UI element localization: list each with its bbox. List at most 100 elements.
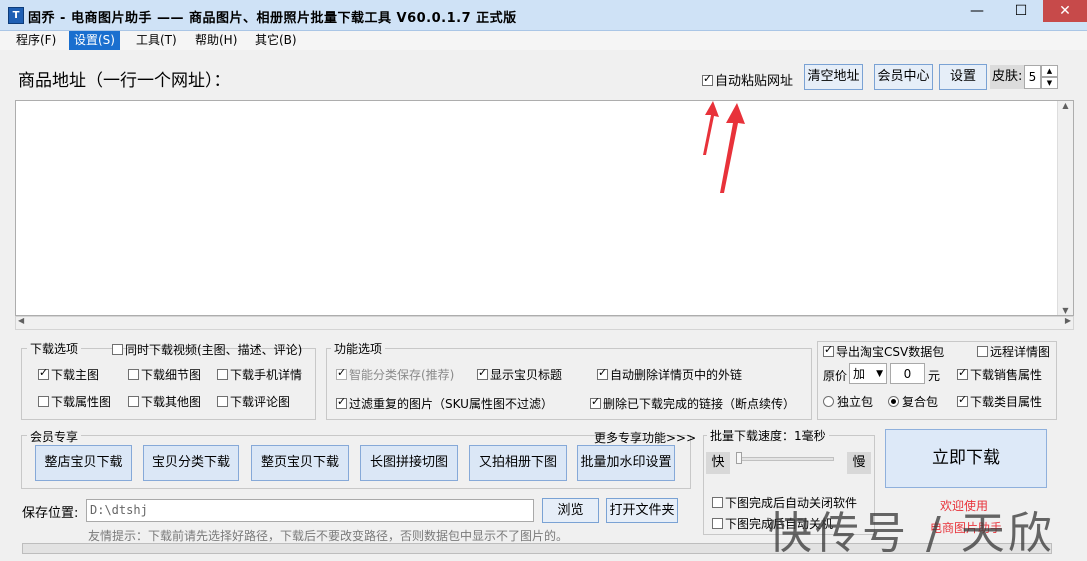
- check-icon: [977, 346, 988, 357]
- skin-input[interactable]: 5: [1024, 65, 1041, 89]
- remote-detail-checkbox[interactable]: 远程详情图: [977, 343, 1050, 360]
- member-center-button[interactable]: 会员中心: [874, 64, 933, 90]
- check-icon: [336, 366, 347, 380]
- option-label: 下载其他图: [141, 395, 202, 409]
- url-textarea[interactable]: ▲ ▼: [15, 100, 1074, 316]
- check-icon: [217, 396, 228, 407]
- download-options-legend: 下载选项: [27, 340, 82, 357]
- menu-other[interactable]: 其它(B): [250, 31, 302, 50]
- long-image-stitch-button[interactable]: 长图拼接切图: [360, 445, 458, 481]
- option-label: 智能分类保存(推荐): [349, 368, 455, 382]
- skin-up-arrow-icon[interactable]: ▲: [1041, 65, 1058, 77]
- price-value-input[interactable]: 0: [890, 363, 925, 384]
- price-operation-select[interactable]: 加 ▼: [849, 363, 887, 384]
- download-other-image-checkbox[interactable]: 下载其他图: [128, 393, 201, 410]
- option-label: 复合包: [902, 395, 939, 409]
- filter-duplicates-checkbox[interactable]: 过滤重复的图片（SKU属性图不过滤）: [336, 395, 553, 412]
- auto-paste-label: 自动粘贴网址: [715, 74, 794, 89]
- speed-legend: 批量下载速度：1毫秒: [707, 427, 829, 444]
- independent-package-radio[interactable]: 独立包: [823, 393, 873, 410]
- export-csv-checkbox[interactable]: 导出淘宝CSV数据包: [823, 343, 944, 360]
- function-options-legend: 功能选项: [331, 340, 386, 357]
- download-mobile-detail-checkbox[interactable]: 下载手机详情: [217, 366, 302, 383]
- auto-paste-checkbox[interactable]: 自动粘贴网址: [702, 70, 793, 89]
- maximize-button[interactable]: ☐: [999, 0, 1043, 22]
- watermark-text: 快传号 / 天欣: [768, 508, 1055, 559]
- chevron-down-icon: ▼: [876, 369, 883, 379]
- auto-paste-check-icon: [702, 72, 713, 86]
- option-label: 独立包: [837, 395, 874, 409]
- close-button[interactable]: ✕: [1043, 0, 1087, 22]
- option-label: 远程详情图: [990, 345, 1051, 359]
- whole-store-download-button[interactable]: 整店宝贝下载: [35, 445, 132, 481]
- radio-icon: [823, 396, 834, 407]
- option-label: 下载类目属性: [970, 395, 1043, 409]
- scroll-left-icon[interactable]: ◀: [18, 316, 24, 325]
- menu-help[interactable]: 帮助(H): [190, 31, 242, 50]
- download-video-label: 同时下载视频(主图、描述、评论): [125, 343, 303, 357]
- option-label: 下载评论图: [230, 395, 291, 409]
- check-icon: [590, 395, 601, 409]
- menu-settings[interactable]: 设置(S): [69, 31, 120, 50]
- option-label: 下载细节图: [141, 368, 202, 382]
- menu-program[interactable]: 程序(F): [11, 31, 61, 50]
- save-path-input[interactable]: D:\dtshj: [86, 499, 534, 522]
- batch-watermark-button[interactable]: 批量加水印设置: [577, 445, 675, 481]
- upai-album-download-button[interactable]: 又拍相册下图: [469, 445, 567, 481]
- speed-slider-track[interactable]: [736, 457, 834, 461]
- option-label: 过滤重复的图片（SKU属性图不过滤）: [349, 397, 553, 411]
- scroll-up-icon[interactable]: ▲: [1058, 101, 1073, 110]
- download-detail-image-checkbox[interactable]: 下载细节图: [128, 366, 201, 383]
- download-main-image-checkbox[interactable]: 下载主图: [38, 366, 99, 383]
- start-download-button[interactable]: 立即下载: [885, 429, 1047, 488]
- show-title-checkbox[interactable]: 显示宝贝标题: [477, 366, 562, 383]
- option-label: 删除已下载完成的链接（断点续传）: [603, 397, 796, 411]
- skin-label: 皮肤:: [990, 65, 1026, 89]
- skin-down-arrow-icon[interactable]: ▼: [1041, 77, 1058, 89]
- download-review-image-checkbox[interactable]: 下载评论图: [217, 393, 290, 410]
- check-icon: [957, 393, 968, 407]
- friendly-tip: 友情提示：下载前请先选择好路径，下载后不要改变路径，否则数据包中显示不了图片的。: [88, 529, 569, 543]
- check-icon: [128, 396, 139, 407]
- check-icon: [957, 366, 968, 380]
- price-unit: 元: [928, 369, 941, 383]
- textarea-horizontal-scrollbar[interactable]: ◀ ▶: [15, 316, 1074, 330]
- window-title: 固乔 - 电商图片助手 —— 商品图片、相册照片批量下载工具 V60.0.1.7…: [28, 11, 517, 26]
- minimize-button[interactable]: —: [955, 0, 999, 22]
- speed-fast-label: 快: [706, 452, 730, 474]
- whole-page-download-button[interactable]: 整页宝贝下载: [251, 445, 349, 481]
- download-video-checkbox[interactable]: 同时下载视频(主图、描述、评论): [112, 341, 302, 358]
- radio-icon: [888, 396, 899, 407]
- composite-package-radio[interactable]: 复合包: [888, 393, 938, 410]
- price-operation-value: 加: [853, 367, 866, 381]
- check-icon: [597, 366, 608, 380]
- scroll-down-icon[interactable]: ▼: [1058, 306, 1073, 315]
- price-label: 原价: [823, 369, 848, 383]
- category-download-button[interactable]: 宝贝分类下载: [143, 445, 239, 481]
- menu-tools[interactable]: 工具(T): [131, 31, 182, 50]
- check-icon: [38, 366, 49, 380]
- open-folder-button[interactable]: 打开文件夹: [606, 498, 678, 523]
- remove-external-links-checkbox[interactable]: 自动删除详情页中的外链: [597, 366, 742, 383]
- speed-slider-thumb[interactable]: [736, 452, 742, 464]
- check-icon: [217, 369, 228, 380]
- download-video-check-icon: [112, 344, 123, 355]
- browse-button[interactable]: 浏览: [542, 498, 599, 523]
- check-icon: [128, 369, 139, 380]
- delete-completed-links-checkbox[interactable]: 删除已下载完成的链接（断点续传）: [590, 395, 795, 412]
- sales-attribute-checkbox[interactable]: 下载销售属性: [957, 366, 1042, 383]
- save-location-label: 保存位置:: [22, 506, 79, 521]
- option-label: 下载销售属性: [970, 368, 1043, 382]
- clear-url-button[interactable]: 清空地址: [804, 64, 863, 90]
- smart-classify-checkbox[interactable]: 智能分类保存(推荐): [336, 366, 454, 383]
- check-icon: [712, 497, 723, 508]
- red-arrow-icon: [703, 101, 745, 193]
- app-icon: T: [8, 7, 24, 24]
- more-features-link[interactable]: 更多专享功能>>>: [594, 429, 696, 446]
- url-label: 商品地址（一行一个网址）：: [18, 71, 231, 91]
- textarea-vertical-scrollbar[interactable]: ▲ ▼: [1057, 101, 1073, 315]
- category-attribute-checkbox[interactable]: 下载类目属性: [957, 393, 1042, 410]
- download-attribute-image-checkbox[interactable]: 下载属性图: [38, 393, 111, 410]
- settings-button[interactable]: 设置: [939, 64, 987, 90]
- scroll-right-icon[interactable]: ▶: [1065, 316, 1071, 325]
